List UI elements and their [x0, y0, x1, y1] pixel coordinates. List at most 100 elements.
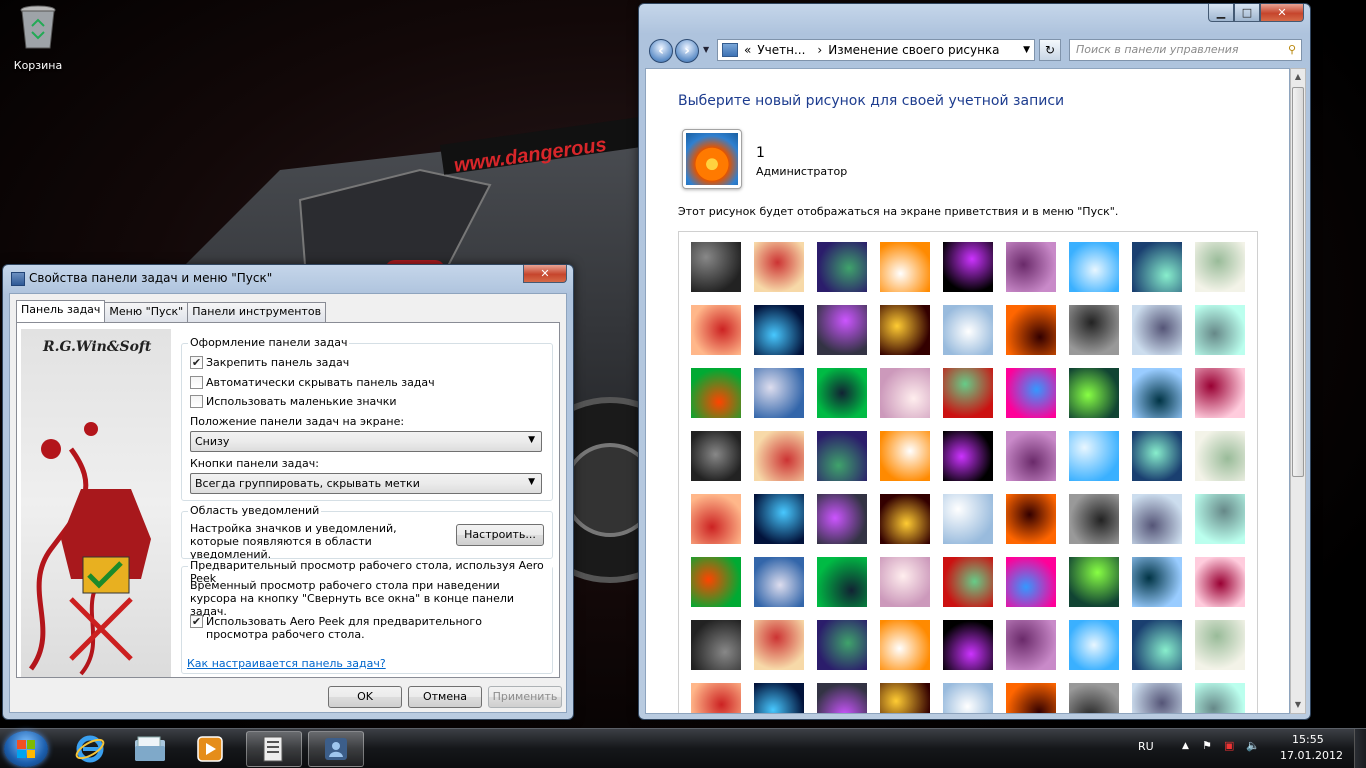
action-center-flag-icon[interactable]: ⚑ [1202, 739, 1212, 752]
forward-button[interactable]: › [675, 39, 699, 63]
picture-option[interactable] [943, 557, 993, 607]
tab-toolbars[interactable]: Панели инструментов [187, 302, 327, 322]
picture-option[interactable] [1132, 683, 1182, 713]
picture-option[interactable] [691, 368, 741, 418]
picture-option[interactable] [1006, 431, 1056, 481]
buttons-select[interactable]: Всегда группировать, скрывать метки ▼ [190, 473, 542, 494]
picture-option[interactable] [1195, 557, 1245, 607]
aero-peek-checkbox[interactable]: ✔ [190, 615, 203, 628]
small-icons-row[interactable]: Использовать маленькие значки [190, 395, 397, 408]
scroll-down-icon[interactable]: ▼ [1291, 697, 1305, 713]
picture-option[interactable] [1069, 683, 1119, 713]
taskbar-taskbar-properties[interactable] [246, 731, 302, 767]
help-link[interactable]: Как настраивается панель задач? [187, 657, 386, 670]
ok-button[interactable]: OK [328, 686, 402, 708]
picture-option[interactable] [1006, 683, 1056, 713]
show-hidden-icons[interactable]: ▲ [1182, 741, 1189, 751]
picture-option[interactable] [880, 242, 930, 292]
picture-option[interactable] [691, 431, 741, 481]
clock-date[interactable]: 17.01.2012 [1280, 749, 1343, 762]
dialog-close-button[interactable]: ✕ [523, 265, 567, 283]
picture-option[interactable] [1132, 242, 1182, 292]
picture-option[interactable] [691, 557, 741, 607]
picture-option[interactable] [754, 368, 804, 418]
picture-option[interactable] [754, 431, 804, 481]
picture-option[interactable] [817, 368, 867, 418]
breadcrumb-accounts[interactable]: Учетн... [757, 43, 805, 57]
picture-option[interactable] [817, 683, 867, 713]
picture-option[interactable] [817, 242, 867, 292]
picture-option[interactable] [1069, 368, 1119, 418]
picture-option[interactable] [691, 620, 741, 670]
picture-option[interactable] [1006, 368, 1056, 418]
autohide-checkbox[interactable] [190, 376, 203, 389]
picture-option[interactable] [1195, 494, 1245, 544]
language-indicator[interactable]: RU [1138, 740, 1154, 753]
picture-option[interactable] [754, 242, 804, 292]
picture-option[interactable] [943, 368, 993, 418]
volume-icon[interactable]: 🔈 [1246, 739, 1260, 752]
lock-taskbar-row[interactable]: ✔ Закрепить панель задач [190, 356, 349, 369]
address-overflow[interactable]: « [744, 43, 751, 57]
picture-option[interactable] [691, 305, 741, 355]
picture-option[interactable] [691, 683, 741, 713]
picture-option[interactable] [880, 494, 930, 544]
picture-option[interactable] [691, 242, 741, 292]
picture-option[interactable] [1195, 620, 1245, 670]
small-icons-checkbox[interactable] [190, 395, 203, 408]
taskbar-internet-explorer[interactable] [62, 731, 118, 767]
show-desktop-button[interactable] [1354, 729, 1366, 768]
address-bar[interactable]: « Учетн... › Изменение своего рисунка ▼ [717, 39, 1035, 61]
breadcrumb-change-picture[interactable]: Изменение своего рисунка [828, 43, 999, 57]
picture-option[interactable] [880, 305, 930, 355]
customize-button[interactable]: Настроить... [456, 524, 544, 546]
search-icon[interactable]: ⚲ [1288, 40, 1296, 60]
picture-option[interactable] [817, 431, 867, 481]
picture-option[interactable] [817, 305, 867, 355]
refresh-button[interactable]: ↻ [1039, 39, 1061, 61]
picture-option[interactable] [754, 557, 804, 607]
picture-option[interactable] [817, 620, 867, 670]
picture-option[interactable] [943, 242, 993, 292]
aero-peek-row[interactable]: ✔ Использовать Aero Peek для предварител… [190, 615, 526, 641]
picture-option[interactable] [943, 683, 993, 713]
picture-option[interactable] [1195, 683, 1245, 713]
picture-option[interactable] [943, 620, 993, 670]
picture-option[interactable] [1195, 242, 1245, 292]
picture-option[interactable] [754, 494, 804, 544]
picture-option[interactable] [1132, 494, 1182, 544]
desktop-icon-recycle-bin[interactable]: Корзина [8, 4, 68, 72]
picture-option[interactable] [1195, 305, 1245, 355]
picture-option[interactable] [754, 305, 804, 355]
picture-option[interactable] [880, 620, 930, 670]
picture-option[interactable] [1069, 305, 1119, 355]
picture-option[interactable] [880, 431, 930, 481]
picture-option[interactable] [1132, 620, 1182, 670]
autohide-row[interactable]: Автоматически скрывать панель задач [190, 376, 435, 389]
close-button[interactable]: ✕ [1260, 4, 1304, 22]
picture-option[interactable] [1195, 368, 1245, 418]
picture-option[interactable] [1069, 620, 1119, 670]
start-button[interactable] [4, 731, 48, 767]
lock-taskbar-checkbox[interactable]: ✔ [190, 356, 203, 369]
address-dropdown-icon[interactable]: ▼ [1023, 45, 1030, 55]
picture-option[interactable] [1132, 431, 1182, 481]
position-select[interactable]: Снизу ▼ [190, 431, 542, 452]
picture-option[interactable] [691, 494, 741, 544]
picture-option[interactable] [1006, 242, 1056, 292]
picture-option[interactable] [880, 368, 930, 418]
scroll-thumb[interactable] [1292, 87, 1304, 477]
picture-option[interactable] [1132, 368, 1182, 418]
picture-option[interactable] [943, 305, 993, 355]
picture-option[interactable] [1069, 494, 1119, 544]
picture-option[interactable] [1006, 620, 1056, 670]
search-input[interactable]: Поиск в панели управления ⚲ [1069, 39, 1302, 61]
tab-taskbar[interactable]: Панель задач [16, 300, 106, 322]
picture-option[interactable] [754, 620, 804, 670]
picture-option[interactable] [1132, 305, 1182, 355]
tab-start-menu[interactable]: Меню "Пуск" [104, 302, 189, 322]
picture-option[interactable] [1006, 557, 1056, 607]
taskbar-explorer[interactable] [122, 731, 178, 767]
network-icon[interactable]: ▣ [1224, 739, 1234, 752]
picture-option[interactable] [943, 494, 993, 544]
